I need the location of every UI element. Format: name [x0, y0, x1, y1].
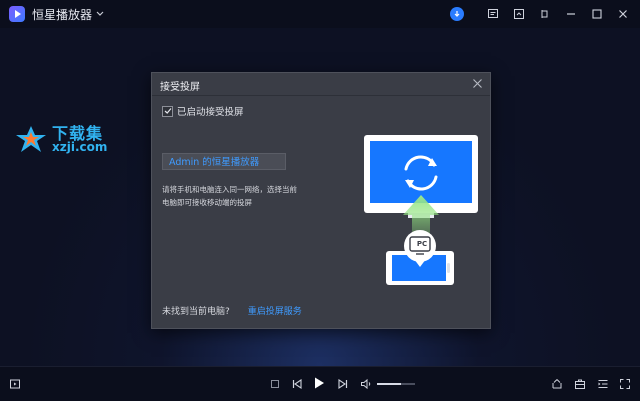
checkmark-icon — [164, 108, 171, 114]
play-icon — [315, 377, 324, 389]
next-icon — [338, 378, 348, 390]
share-button[interactable] — [549, 376, 565, 392]
volume-slider[interactable] — [377, 383, 415, 385]
cast-receive-dialog: 接受投屏 已启动接受投屏 Admin 的恒星播放器 请将手机和电脑连入同一网络，… — [151, 72, 491, 329]
message-icon — [488, 9, 498, 18]
dialog-footer: 未找到当前电脑? 重启投屏服务 — [162, 304, 302, 317]
app-name: 恒星播放器 — [32, 7, 93, 22]
watermark-url: xzji.com — [52, 140, 108, 154]
fullscreen-button[interactable] — [617, 376, 633, 392]
screenshot-button[interactable] — [508, 3, 530, 25]
pin-button[interactable] — [534, 3, 556, 25]
instruction-line-1: 请将手机和电脑连入同一网络，选择当前 — [162, 185, 297, 194]
playlist-panel-button[interactable] — [595, 376, 611, 392]
volume-icon — [361, 378, 371, 390]
instruction-text: 请将手机和电脑连入同一网络，选择当前 电脑即可接收移动端的投屏 — [162, 183, 322, 209]
toolbox-icon — [575, 379, 585, 389]
stop-button[interactable] — [267, 376, 283, 392]
maximize-icon — [592, 9, 602, 19]
device-name-field[interactable]: Admin 的恒星播放器 — [162, 153, 286, 170]
instruction-line-2: 电脑即可接收移动端的投屏 — [162, 198, 252, 207]
minimize-button[interactable] — [560, 3, 582, 25]
volume-button[interactable] — [358, 376, 374, 392]
dialog-title: 接受投屏 — [160, 82, 200, 93]
maximize-button[interactable] — [586, 3, 608, 25]
restart-cast-service-link[interactable]: 重启投屏服务 — [248, 304, 302, 317]
watermark: 下载集 xzji.com — [10, 120, 120, 160]
assistant-icon — [450, 7, 464, 21]
toolbox-button[interactable] — [572, 376, 588, 392]
chevron-down-icon[interactable] — [96, 9, 106, 19]
pc-badge: PC — [416, 240, 428, 248]
not-found-text: 未找到当前电脑? — [162, 307, 230, 317]
cast-illustration — [364, 135, 478, 285]
message-button[interactable] — [482, 3, 504, 25]
playlist-toggle-button[interactable] — [7, 376, 23, 392]
dialog-close-icon[interactable] — [472, 78, 483, 89]
playlist-icon — [10, 379, 20, 389]
enable-cast-checkbox-row[interactable]: 已启动接受投屏 — [162, 104, 244, 118]
share-icon — [552, 379, 562, 389]
play-button[interactable] — [311, 375, 327, 391]
pin-icon — [541, 10, 548, 18]
fullscreen-icon — [620, 379, 630, 389]
star-logo-icon — [16, 126, 46, 152]
minimize-icon — [567, 13, 575, 15]
volume-level — [377, 383, 401, 385]
screenshot-icon — [514, 9, 524, 19]
previous-button[interactable] — [289, 376, 305, 392]
enable-cast-checkbox[interactable] — [162, 105, 173, 117]
control-bar — [0, 366, 640, 401]
previous-icon — [292, 378, 302, 390]
close-button[interactable] — [612, 3, 634, 25]
list-icon — [598, 379, 608, 389]
assistant-button[interactable] — [446, 3, 468, 25]
close-icon — [619, 10, 627, 18]
app-logo-icon — [9, 6, 25, 22]
next-button[interactable] — [335, 376, 351, 392]
title-bar: 恒星播放器 — [0, 0, 640, 28]
enable-cast-label: 已启动接受投屏 — [177, 107, 244, 118]
stop-icon — [271, 380, 279, 388]
dialog-header: 接受投屏 — [152, 73, 490, 96]
